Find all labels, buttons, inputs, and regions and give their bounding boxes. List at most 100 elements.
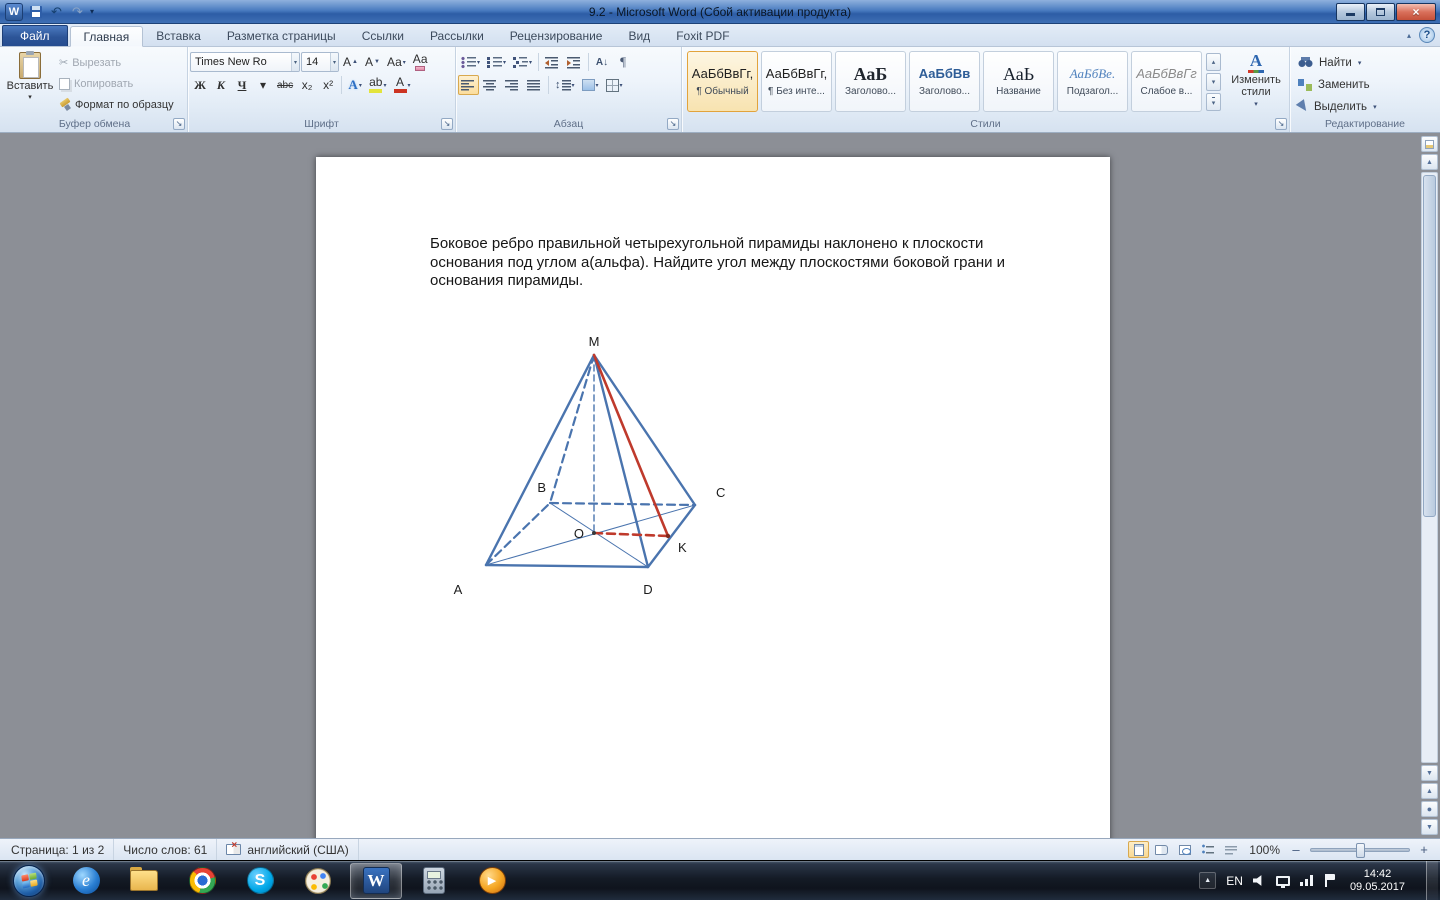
style-no-spacing[interactable]: АаБбВвГг, ¶ Без инте...	[761, 51, 832, 112]
sort-button[interactable]: А↓	[592, 52, 612, 72]
scroll-down-button[interactable]: ▼	[1421, 765, 1438, 781]
strikethrough-button[interactable]: abc	[274, 75, 296, 95]
print-layout-view-button[interactable]	[1128, 841, 1149, 858]
multilevel-list-button[interactable]: ▾	[510, 52, 535, 72]
font-size-combo[interactable]: 14 ▾	[301, 52, 339, 72]
align-center-button[interactable]	[480, 75, 501, 95]
superscript-button[interactable]: x²	[318, 75, 338, 95]
tab-file[interactable]: Файл	[2, 25, 68, 46]
zoom-slider[interactable]	[1310, 848, 1410, 852]
word-app-icon[interactable]: W	[5, 3, 23, 21]
help-icon[interactable]: ?	[1419, 27, 1435, 43]
tab-references[interactable]: Ссылки	[349, 25, 417, 46]
draft-view-button[interactable]	[1220, 841, 1241, 858]
network-icon[interactable]	[1300, 875, 1314, 886]
align-left-button[interactable]	[458, 75, 479, 95]
style-subtitle[interactable]: АаБбВе. Подзагол...	[1057, 51, 1128, 112]
style-heading1[interactable]: АаБ Заголово...	[835, 51, 906, 112]
clock[interactable]: 14:42 09.05.2017	[1345, 868, 1410, 894]
find-button[interactable]: Найти ▾	[1298, 53, 1436, 72]
page-indicator[interactable]: Страница: 1 из 2	[2, 839, 114, 860]
action-center-flag-icon[interactable]	[1324, 874, 1335, 887]
taskbar-chrome[interactable]	[176, 863, 228, 899]
show-formatting-marks-button[interactable]: ¶	[613, 52, 633, 72]
scroll-up-button[interactable]: ▲	[1421, 154, 1438, 170]
justify-button[interactable]	[524, 75, 545, 95]
style-subtle-emphasis[interactable]: АаБбВвГг Слабое в...	[1131, 51, 1202, 112]
customize-qat-dropdown[interactable]: ▾	[90, 7, 94, 16]
start-button[interactable]	[6, 861, 52, 900]
tab-review[interactable]: Рецензирование	[497, 25, 616, 46]
tab-foxit-pdf[interactable]: Foxit PDF	[663, 25, 742, 46]
bold-button[interactable]: Ж	[190, 75, 210, 95]
previous-page-button[interactable]: ▲	[1421, 783, 1438, 799]
show-desktop-button[interactable]	[1426, 861, 1438, 900]
tab-home[interactable]: Главная	[70, 26, 144, 47]
increase-indent-button[interactable]	[564, 52, 585, 72]
style-title[interactable]: АаЬ Название	[983, 51, 1054, 112]
taskbar-word-active[interactable]: W	[350, 863, 402, 899]
line-spacing-button[interactable]: ↕▾	[552, 75, 578, 95]
display-icon[interactable]	[1276, 876, 1290, 886]
zoom-slider-thumb[interactable]	[1356, 843, 1365, 858]
font-color-button[interactable]: А▾	[391, 75, 414, 95]
fullscreen-reading-view-button[interactable]	[1151, 841, 1172, 858]
cut-button[interactable]: ✂ Вырезать	[56, 53, 177, 72]
paragraph-dialog-launcher[interactable]: ↘	[667, 118, 679, 130]
tab-insert[interactable]: Вставка	[143, 25, 214, 46]
close-button[interactable]: ×	[1396, 3, 1436, 21]
clear-formatting-button[interactable]: Аа	[410, 52, 431, 72]
align-right-button[interactable]	[502, 75, 523, 95]
change-styles-button[interactable]: А Изменить стили ▾	[1225, 53, 1287, 111]
text-effects-button[interactable]: А▾	[345, 75, 365, 95]
tab-page-layout[interactable]: Разметка страницы	[214, 25, 349, 46]
scrollbar-thumb[interactable]	[1423, 175, 1436, 517]
styles-dialog-launcher[interactable]: ↘	[1275, 118, 1287, 130]
zoom-in-button[interactable]: +	[1416, 842, 1432, 858]
volume-icon[interactable]	[1253, 875, 1266, 887]
tab-view[interactable]: Вид	[615, 25, 663, 46]
style-heading2[interactable]: АаБбВв Заголово...	[909, 51, 980, 112]
styles-scroll-up[interactable]: ▴	[1206, 53, 1221, 71]
taskbar-explorer[interactable]	[118, 863, 170, 899]
clipboard-dialog-launcher[interactable]: ↘	[173, 118, 185, 130]
shrink-font-button[interactable]: А▼	[362, 52, 383, 72]
proofing-indicator[interactable]: × английский (США)	[217, 839, 358, 860]
language-bar[interactable]: EN	[1226, 874, 1243, 888]
select-browse-object-button[interactable]: ●	[1421, 801, 1438, 817]
next-page-button[interactable]: ▼	[1421, 819, 1438, 835]
subscript-button[interactable]: x₂	[297, 75, 317, 95]
replace-button[interactable]: Заменить	[1298, 75, 1436, 94]
underline-button[interactable]: Ч	[232, 75, 252, 95]
format-painter-button[interactable]: Формат по образцу	[56, 95, 177, 114]
show-hidden-icons-button[interactable]: ▲	[1199, 872, 1216, 889]
redo-button[interactable]: ↷	[69, 3, 86, 20]
underline-dropdown[interactable]: ▾	[253, 75, 273, 95]
styles-scroll-down[interactable]: ▾	[1206, 73, 1221, 91]
paste-button[interactable]: Вставить ▾	[4, 49, 56, 117]
restore-button[interactable]	[1366, 3, 1395, 21]
taskbar-skype[interactable]: S	[234, 863, 286, 899]
bullets-button[interactable]: ▾	[458, 52, 483, 72]
minimize-button[interactable]	[1336, 3, 1365, 21]
taskbar-media-player[interactable]: ▶	[466, 863, 518, 899]
word-count-indicator[interactable]: Число слов: 61	[114, 839, 217, 860]
outline-view-button[interactable]	[1197, 841, 1218, 858]
taskbar-calculator[interactable]	[408, 863, 460, 899]
numbering-button[interactable]: ▾	[484, 52, 509, 72]
web-layout-view-button[interactable]	[1174, 841, 1195, 858]
tab-mailings[interactable]: Рассылки	[417, 25, 497, 46]
minimize-ribbon-icon[interactable]: ▴	[1407, 31, 1411, 40]
taskbar-internet-explorer[interactable]: e	[60, 863, 112, 899]
copy-button[interactable]: Копировать	[56, 74, 177, 93]
pyramid-figure[interactable]: M A B C D O K	[316, 157, 1110, 817]
zoom-level[interactable]: 100%	[1243, 843, 1286, 857]
change-case-button[interactable]: Аа▾	[384, 52, 409, 72]
taskbar-paint[interactable]	[292, 863, 344, 899]
style-normal[interactable]: АаБбВвГг, ¶ Обычный	[687, 51, 758, 112]
font-dialog-launcher[interactable]: ↘	[441, 118, 453, 130]
shading-button[interactable]: ▾	[579, 75, 602, 95]
highlight-button[interactable]: ab▾	[366, 75, 389, 95]
ruler-toggle-button[interactable]	[1421, 136, 1438, 152]
document-page[interactable]: Боковое ребро правильной четырехугольной…	[316, 157, 1110, 838]
